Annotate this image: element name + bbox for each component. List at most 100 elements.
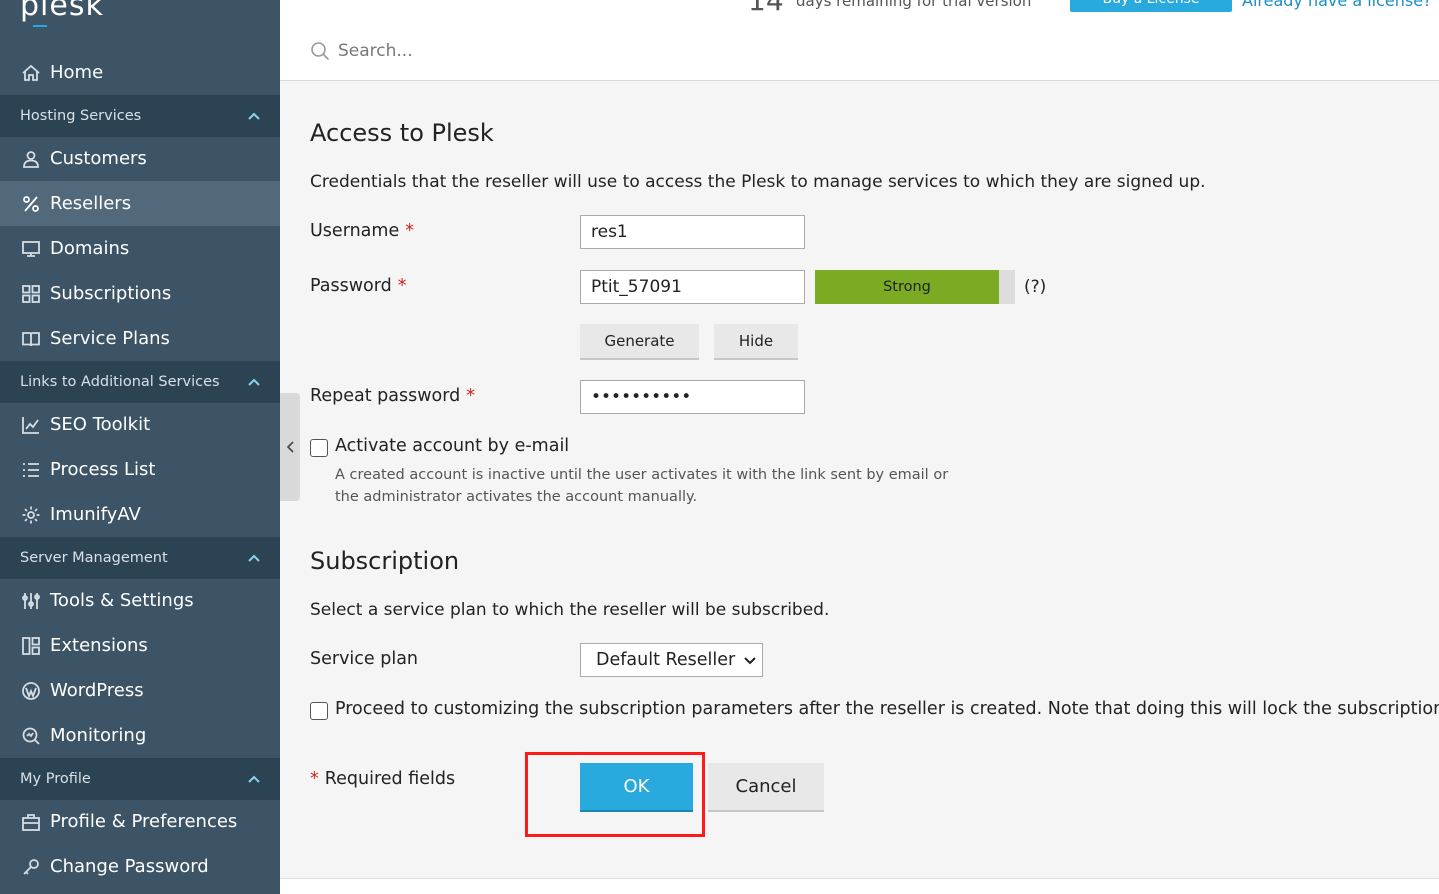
chevron-up-icon xyxy=(248,771,260,787)
list-icon xyxy=(20,459,42,481)
sidebar-item-label: Domains xyxy=(50,238,130,259)
service-plan-label: Service plan xyxy=(310,649,419,669)
required-star: * xyxy=(397,276,407,296)
sidebar-item-profile-preferences[interactable]: Profile & Preferences xyxy=(0,799,280,844)
password-field[interactable] xyxy=(580,270,805,304)
sidebar-item-change-password[interactable]: Change Password xyxy=(0,844,280,889)
sidebar-item-domains[interactable]: Domains xyxy=(0,226,280,271)
sidebar-item-resellers[interactable]: Resellers xyxy=(0,181,280,226)
proceed-customize-label[interactable]: Proceed to customizing the subscription … xyxy=(335,699,1439,719)
activate-account-checkbox[interactable] xyxy=(310,439,328,457)
percent-icon xyxy=(20,193,42,215)
access-section-description: Credentials that the reseller will use t… xyxy=(310,172,1206,192)
buy-license-button[interactable]: Buy a License xyxy=(1070,0,1232,12)
sidebar-item-label: Resellers xyxy=(50,193,132,214)
sidebar-item-label: Process List xyxy=(50,459,156,480)
sidebar-item-imunifyav[interactable]: ImunifyAV xyxy=(0,492,280,537)
subscription-section-description: Select a service plan to which the resel… xyxy=(310,600,830,620)
password-label: Password * xyxy=(310,276,407,296)
proceed-customize-checkbox[interactable] xyxy=(310,702,328,720)
hide-button[interactable]: Hide xyxy=(714,324,798,360)
sidebar-item-monitoring[interactable]: Monitoring xyxy=(0,713,280,758)
sidebar-item-label: WordPress xyxy=(50,680,144,701)
repeat-password-label: Repeat password * xyxy=(310,386,475,406)
gear-icon xyxy=(20,504,42,526)
monitor-icon xyxy=(20,238,42,260)
username-field[interactable] xyxy=(580,215,805,249)
section-server-management[interactable]: Server Management xyxy=(0,537,280,579)
wordpress-icon xyxy=(20,680,42,702)
chevron-up-icon xyxy=(248,550,260,566)
chevron-left-icon xyxy=(286,438,294,457)
chart-icon xyxy=(20,414,42,436)
section-label: Hosting Services xyxy=(20,108,142,124)
sidebar: plesk Home Hosting Services Customers Re… xyxy=(0,0,280,894)
required-star: * xyxy=(405,221,414,241)
monitoring-icon xyxy=(20,725,42,747)
briefcase-icon xyxy=(20,811,42,833)
required-fields-note: * Required fields xyxy=(310,769,455,789)
section-label: Links to Additional Services xyxy=(20,374,220,390)
main-content: Access to Plesk Credentials that the res… xyxy=(300,81,1439,878)
required-note-text: Required fields xyxy=(324,769,456,789)
sidebar-item-label: Change Password xyxy=(50,856,209,877)
trial-banner: 14 days remaining for trial version Buy … xyxy=(280,0,1439,20)
sidebar-item-process-list[interactable]: Process List xyxy=(0,447,280,492)
sidebar-collapse-toggle[interactable] xyxy=(280,393,300,501)
section-links-additional[interactable]: Links to Additional Services xyxy=(0,361,280,403)
sidebar-item-label: Monitoring xyxy=(50,725,147,746)
sidebar-item-home[interactable]: Home xyxy=(0,50,280,95)
section-label: Server Management xyxy=(20,550,168,566)
sidebar-item-extensions[interactable]: Extensions xyxy=(0,623,280,668)
service-plan-value: Default Reseller xyxy=(596,650,736,670)
search-bar xyxy=(280,20,1439,81)
activate-account-label[interactable]: Activate account by e-mail xyxy=(335,436,569,456)
trial-text: days remaining for trial version xyxy=(796,0,1032,10)
plesk-logo[interactable]: plesk xyxy=(20,0,104,23)
user-icon xyxy=(20,148,42,170)
service-plan-select[interactable]: Default Reseller xyxy=(580,643,763,677)
sidebar-item-label: Customers xyxy=(50,148,147,169)
sidebar-item-service-plans[interactable]: Service Plans xyxy=(0,316,280,361)
sidebar-item-label: Home xyxy=(50,62,104,83)
sidebar-item-customers[interactable]: Customers xyxy=(0,136,280,181)
chevron-up-icon xyxy=(248,374,260,390)
sliders-icon xyxy=(20,590,42,612)
access-section-title: Access to Plesk xyxy=(310,119,494,147)
subscription-section-title: Subscription xyxy=(310,547,460,575)
sidebar-item-tools-settings[interactable]: Tools & Settings xyxy=(0,578,280,623)
sidebar-item-label: Tools & Settings xyxy=(50,590,194,611)
book-icon xyxy=(20,328,42,350)
sidebar-item-seo-toolkit[interactable]: SEO Toolkit xyxy=(0,402,280,447)
sidebar-item-wordpress[interactable]: WordPress xyxy=(0,668,280,713)
section-hosting-services[interactable]: Hosting Services xyxy=(0,95,280,137)
password-help-link[interactable]: (?) xyxy=(1024,277,1046,297)
repeat-password-field[interactable] xyxy=(580,380,805,414)
ok-button[interactable]: OK xyxy=(580,763,693,812)
section-label: My Profile xyxy=(20,771,91,787)
password-label-text: Password xyxy=(310,276,392,296)
sidebar-item-label: Extensions xyxy=(50,635,148,656)
section-my-profile[interactable]: My Profile xyxy=(0,758,280,800)
extensions-icon xyxy=(20,635,42,657)
search-input[interactable] xyxy=(338,38,738,64)
logo-underline xyxy=(33,25,47,27)
trial-days-count: 14 xyxy=(748,0,784,17)
username-label-text: Username xyxy=(310,221,400,241)
password-strength-fill: Strong xyxy=(815,270,999,304)
key-icon xyxy=(20,856,42,878)
required-star: * xyxy=(310,769,319,789)
grid-icon xyxy=(20,283,42,305)
already-have-license-link[interactable]: Already have a license? xyxy=(1242,0,1432,10)
username-label: Username * xyxy=(310,221,414,241)
chevron-up-icon xyxy=(248,108,260,124)
sidebar-item-subscriptions[interactable]: Subscriptions xyxy=(0,271,280,316)
sidebar-item-label: Profile & Preferences xyxy=(50,811,238,832)
required-star: * xyxy=(466,386,475,406)
footer-bar xyxy=(280,878,1439,894)
repeat-password-label-text: Repeat password xyxy=(310,386,461,406)
cancel-button[interactable]: Cancel xyxy=(708,763,824,812)
activate-account-hint: A created account is inactive until the … xyxy=(335,467,949,505)
generate-button[interactable]: Generate xyxy=(580,324,699,360)
app-root: plesk Home Hosting Services Customers Re… xyxy=(0,0,1439,894)
